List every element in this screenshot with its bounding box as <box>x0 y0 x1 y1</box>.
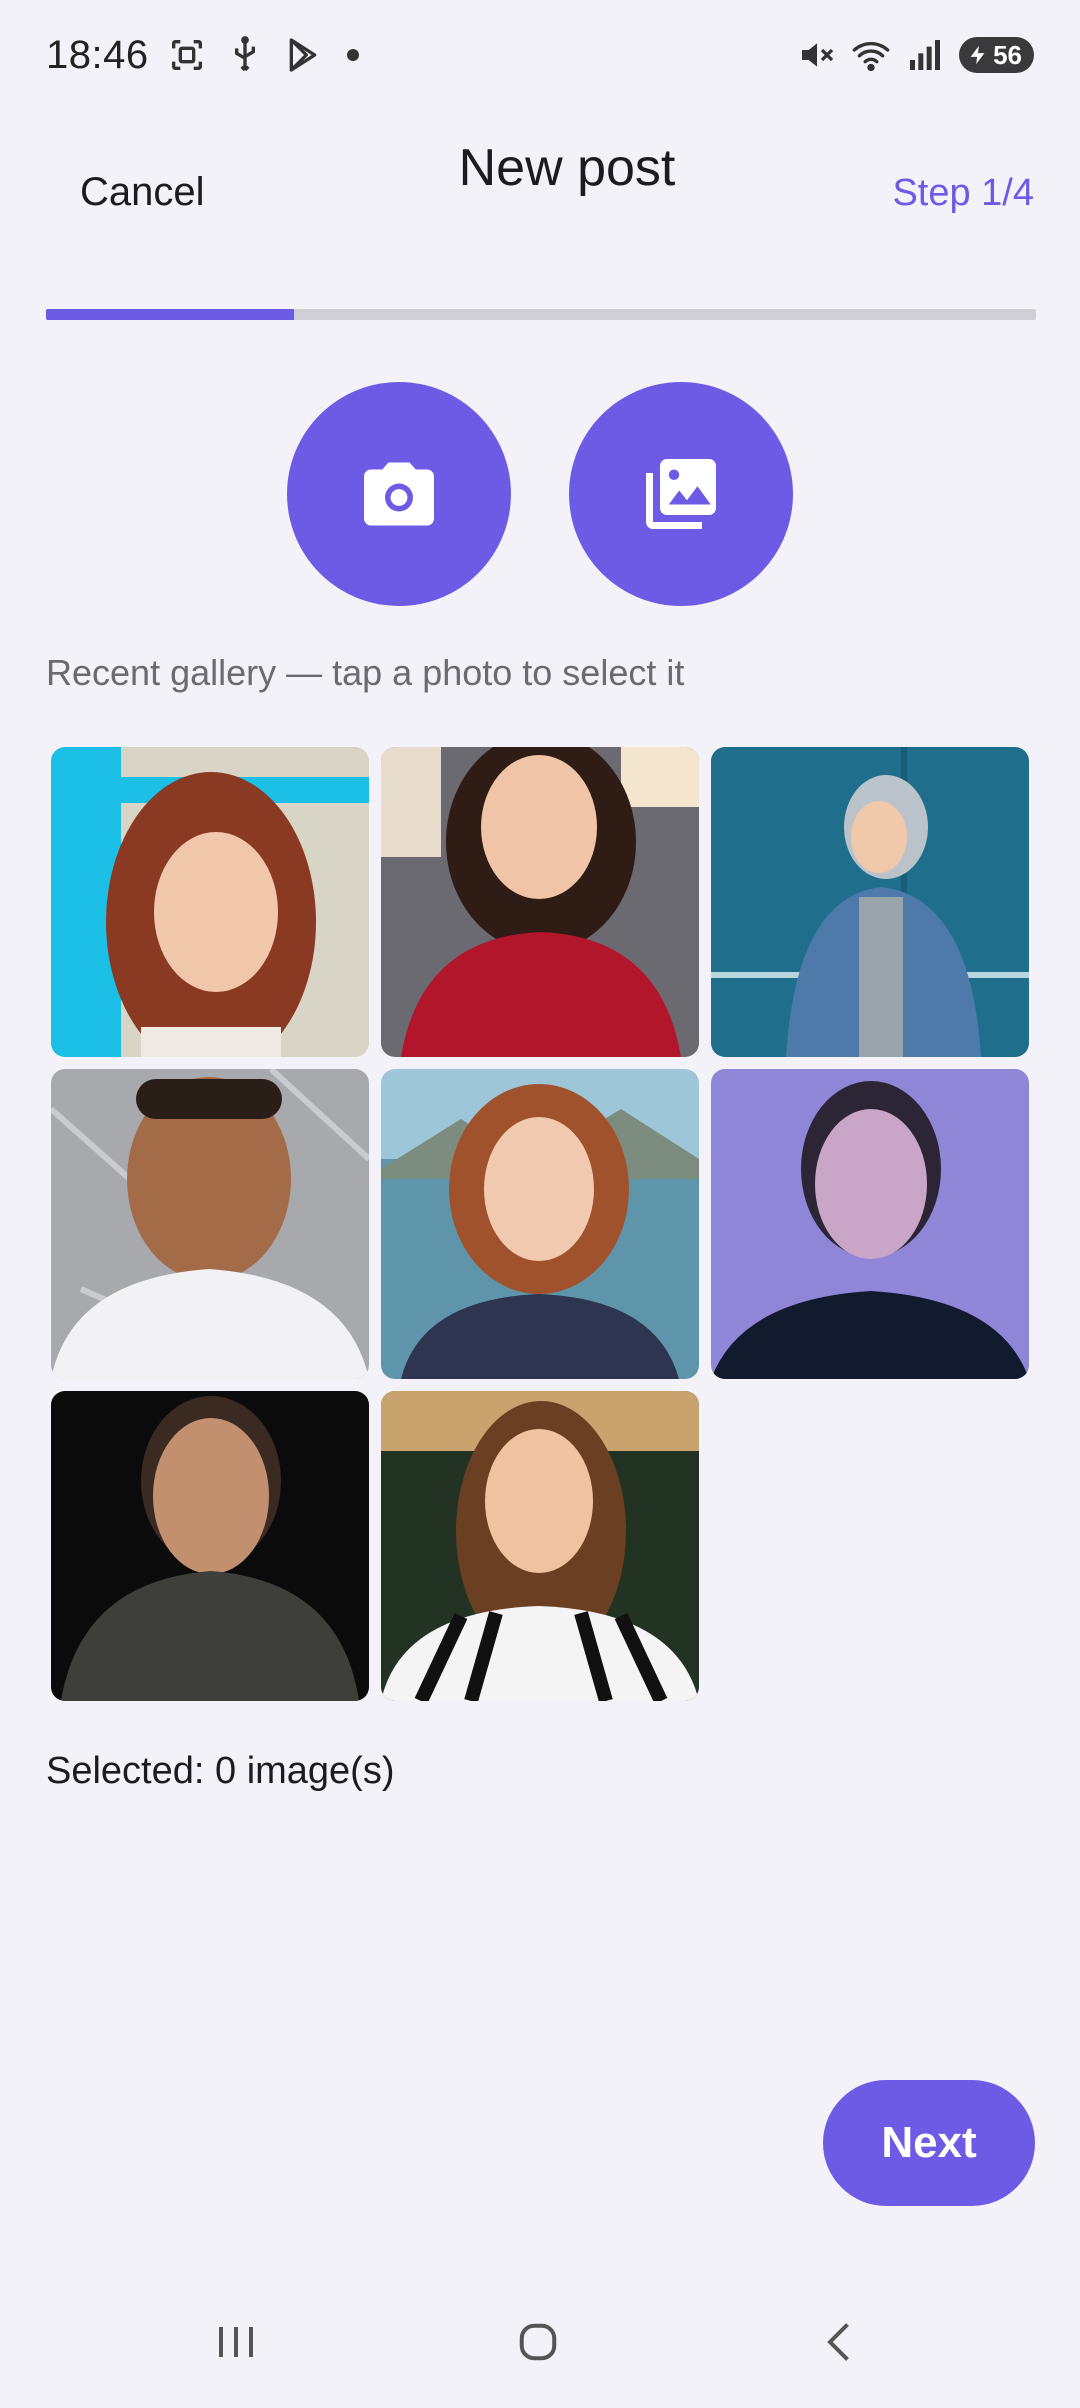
mute-icon <box>797 35 837 75</box>
gallery-hint: Recent gallery — tap a photo to select i… <box>46 652 685 693</box>
progress-bar <box>46 309 1036 320</box>
home-button[interactable] <box>498 2310 578 2374</box>
system-nav-bar <box>0 2290 1080 2390</box>
battery-level: 56 <box>993 39 1022 70</box>
status-bar: 18:46 56 <box>0 0 1080 110</box>
status-left: 18:46 <box>46 33 359 78</box>
gallery-photo-2[interactable] <box>381 747 699 1057</box>
usb-icon <box>225 35 265 75</box>
status-right: 56 <box>797 35 1034 75</box>
charging-icon <box>970 45 985 65</box>
screenshot-icon <box>167 35 207 75</box>
gallery-photo-1[interactable] <box>51 747 369 1057</box>
step-indicator: Step 1/4 <box>892 172 1034 214</box>
back-icon <box>827 2323 849 2361</box>
selected-count: Selected: 0 image(s) <box>46 1750 395 1792</box>
photo-grid <box>51 747 1029 1701</box>
wifi-icon <box>851 35 891 75</box>
recents-button[interactable] <box>196 2310 276 2374</box>
status-time: 18:46 <box>46 32 149 77</box>
open-gallery-button[interactable] <box>569 382 793 606</box>
gallery-photo-3[interactable] <box>711 747 1029 1057</box>
gallery-photo-7[interactable] <box>51 1391 369 1701</box>
gallery-photo-5[interactable] <box>381 1069 699 1379</box>
camera-icon <box>364 462 434 526</box>
new-post-screen: 18:46 56 Cancel New post Step 1/4 Recent… <box>0 0 1080 2408</box>
play-store-icon <box>283 35 323 75</box>
back-button[interactable] <box>800 2310 880 2374</box>
next-button[interactable]: Next <box>823 2080 1035 2206</box>
gallery-photo-4[interactable] <box>51 1069 369 1379</box>
gallery-photo-8[interactable] <box>381 1391 699 1701</box>
gallery-photo-6[interactable] <box>711 1069 1029 1379</box>
recents-icon <box>219 2327 253 2357</box>
app-header: Cancel New post Step 1/4 <box>0 120 1080 270</box>
photo-library-icon <box>646 459 716 529</box>
home-icon <box>519 2323 557 2361</box>
progress-fill <box>46 309 294 320</box>
take-photo-button[interactable] <box>287 382 511 606</box>
battery-indicator: 56 <box>959 37 1034 73</box>
notification-dot <box>346 49 359 61</box>
signal-icon <box>905 35 945 75</box>
